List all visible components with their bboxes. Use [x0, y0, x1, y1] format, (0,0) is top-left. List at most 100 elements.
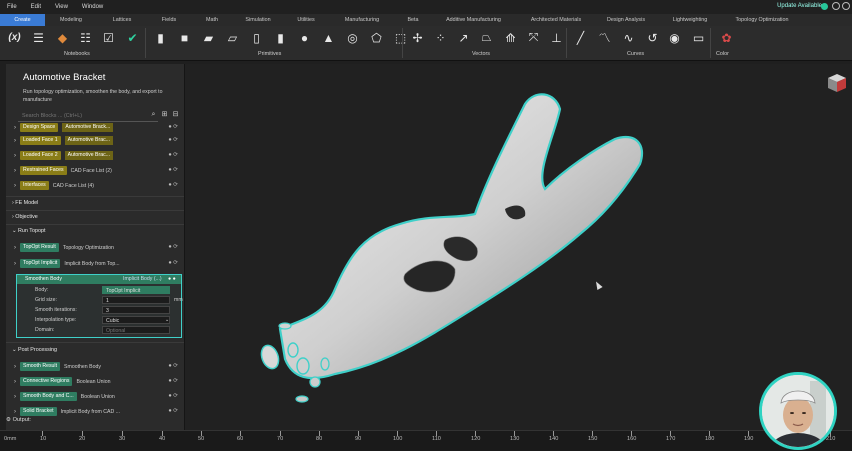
rounded-cylinder-icon[interactable]: ▮	[272, 29, 289, 46]
block-row-restrained-faces[interactable]: › Restrained Faces CAD Face List (2) ● ⟳	[14, 165, 182, 176]
section-post-processing[interactable]: ⌄ Post Processing	[12, 347, 57, 353]
section-run-topopt[interactable]: ⌄ Run Topopt	[12, 228, 46, 234]
menu-window[interactable]: Window	[75, 4, 110, 10]
axes-icon[interactable]: ⊥	[548, 29, 565, 46]
block-status-icon[interactable]: ● ⟳	[168, 393, 178, 399]
block-row-topopt-result[interactable]: › TopOpt Result Topology Optimization ● …	[14, 242, 182, 253]
smooth-iterations-input[interactable]: 3	[102, 306, 170, 314]
tab-manufacturing[interactable]: Manufacturing	[329, 14, 395, 26]
tab-lattices[interactable]: Lattices	[97, 14, 147, 26]
cone-icon[interactable]: ▲	[320, 29, 337, 46]
vector-icon[interactable]: ↗	[455, 29, 472, 46]
tab-lightweighting[interactable]: Lightweighting	[656, 14, 724, 26]
block-value[interactable]: Automotive Brac...	[64, 151, 114, 160]
search-icon[interactable]: ⌕	[149, 110, 158, 119]
account-icon[interactable]	[832, 2, 840, 10]
search-blocks-input[interactable]	[18, 110, 158, 122]
chevron-down-icon[interactable]: ⌄	[165, 317, 169, 323]
block-label[interactable]: Smooth Body and C...	[20, 392, 77, 401]
grid-size-input[interactable]: 1	[102, 296, 170, 304]
circle-icon[interactable]: ◉	[666, 29, 683, 46]
torus-icon[interactable]: ◎	[344, 29, 361, 46]
block-status-icon[interactable]: ● ⟳	[168, 182, 178, 188]
section-fe-model[interactable]: › FE Model	[12, 200, 38, 206]
box-icon[interactable]: ▮	[152, 29, 169, 46]
block-row-connective-regions[interactable]: › Connective Regions Boolean Union ● ⟳	[14, 376, 182, 387]
block-label[interactable]: Design Space	[20, 123, 59, 132]
point-icon[interactable]: ✢	[409, 29, 426, 46]
block-label[interactable]: Connective Regions	[20, 377, 73, 386]
spline-icon[interactable]: ∿	[620, 29, 637, 46]
block-label[interactable]: Solid Bracket	[20, 407, 57, 416]
tab-additive-manufacturing[interactable]: Additive Manufacturing	[431, 14, 516, 26]
line-icon[interactable]: ╱	[572, 29, 589, 46]
menu-edit[interactable]: Edit	[24, 4, 48, 10]
checklist-icon[interactable]: ☑	[100, 29, 117, 46]
block-row-loaded-face-1[interactable]: › Loaded Face 1 Automotive Brac... ● ⟳	[14, 135, 182, 146]
list-icon[interactable]: ☰	[30, 29, 47, 46]
bar-icon[interactable]: ▰	[200, 29, 217, 46]
cube-icon[interactable]: ■	[176, 29, 193, 46]
arc-icon[interactable]: ↺	[644, 29, 661, 46]
bracket-model[interactable]	[185, 64, 852, 430]
cylinder-icon[interactable]: ▯	[248, 29, 265, 46]
view-cube-icon[interactable]	[826, 72, 848, 94]
block-status-icon[interactable]: ● ⟳	[168, 137, 178, 143]
block-row-smooth-body-and-c[interactable]: › Smooth Body and C... Boolean Union ● ⟳	[14, 391, 182, 402]
block-status-icon[interactable]: ● ⟳	[168, 244, 178, 250]
tab-architected-materials[interactable]: Architected Materials	[516, 14, 596, 26]
sphere-icon[interactable]: ●	[296, 29, 313, 46]
filter-icon[interactable]: ⊞	[160, 110, 169, 119]
tab-simulation[interactable]: Simulation	[233, 14, 283, 26]
smoothen-body-card[interactable]: Smoothen Body Implicit Body (...) ● ● Bo…	[16, 274, 183, 338]
body-input[interactable]: TopOpt Implicit	[102, 286, 170, 294]
block-row-interfaces[interactable]: › Interfaces CAD Face List (4) ● ⟳	[14, 180, 182, 191]
help-icon[interactable]	[842, 2, 850, 10]
update-icon[interactable]	[821, 3, 828, 10]
menu-file[interactable]: File	[0, 4, 24, 10]
block-status-icon[interactable]: ● ⟳	[168, 378, 178, 384]
variable-icon[interactable]: (x)	[6, 29, 23, 46]
tab-fields[interactable]: Fields	[147, 14, 191, 26]
tab-create[interactable]: Create	[0, 14, 45, 26]
block-status-icon[interactable]: ● ⟳	[168, 408, 178, 414]
tab-math[interactable]: Math	[191, 14, 233, 26]
block-value[interactable]: Automotive Brac...	[64, 136, 114, 145]
polyline-icon[interactable]: 〽	[596, 29, 613, 46]
tab-beta[interactable]: Beta	[395, 14, 431, 26]
update-available-link[interactable]: Update Available	[777, 3, 822, 9]
block-label[interactable]: TopOpt Implicit	[20, 259, 61, 268]
frame-icon[interactable]: ⤧	[525, 29, 542, 46]
card-status-icon[interactable]: ● ●	[168, 276, 176, 282]
checklist-add-icon[interactable]: ✔	[124, 29, 141, 46]
block-value[interactable]: Automotive Brack...	[62, 123, 114, 132]
block-row-topopt-implicit[interactable]: › TopOpt Implicit Implicit Body from Top…	[14, 258, 182, 269]
block-label[interactable]: Smooth Result	[20, 362, 61, 371]
bracket-body[interactable]	[278, 93, 643, 380]
block-label[interactable]: Loaded Face 2	[20, 151, 61, 160]
tab-utilities[interactable]: Utilities	[283, 14, 329, 26]
block-label[interactable]: Restrained Faces	[20, 166, 67, 175]
plate-icon[interactable]: ▱	[224, 29, 241, 46]
block-label[interactable]: Loaded Face 1	[20, 136, 61, 145]
menu-view[interactable]: View	[48, 4, 75, 10]
plane-vector-icon[interactable]: ⟰	[502, 29, 519, 46]
curve-surface-icon[interactable]: ▭	[690, 29, 707, 46]
point-cloud-icon[interactable]: ⁘	[432, 29, 449, 46]
block-status-icon[interactable]: ● ⟳	[168, 363, 178, 369]
block-status-icon[interactable]: ● ⟳	[168, 260, 178, 266]
card-header[interactable]: Smoothen Body Implicit Body (...) ● ●	[17, 275, 181, 284]
block-status-icon[interactable]: ● ⟳	[168, 167, 178, 173]
block-status-icon[interactable]: ● ⟳	[168, 152, 178, 158]
plane-icon[interactable]: ⏢	[478, 29, 495, 46]
collapse-icon[interactable]: ⊟	[171, 110, 180, 119]
pentagon-icon[interactable]: ⬠	[368, 29, 385, 46]
wireframe-cube-icon[interactable]: ⬚	[392, 29, 409, 46]
block-label[interactable]: TopOpt Result	[20, 243, 59, 252]
block-row-solid-bracket[interactable]: › Solid Bracket Implicit Body from CAD .…	[14, 406, 182, 417]
tab-design-analysis[interactable]: Design Analysis	[596, 14, 656, 26]
block-status-icon[interactable]: ● ⟳	[168, 124, 178, 130]
tab-topology-optimization[interactable]: Topology Optimization	[724, 14, 800, 26]
domain-input[interactable]: Optional	[102, 326, 170, 334]
block-row-smooth-result[interactable]: › Smooth Result Smoothen Body ● ⟳	[14, 361, 182, 372]
